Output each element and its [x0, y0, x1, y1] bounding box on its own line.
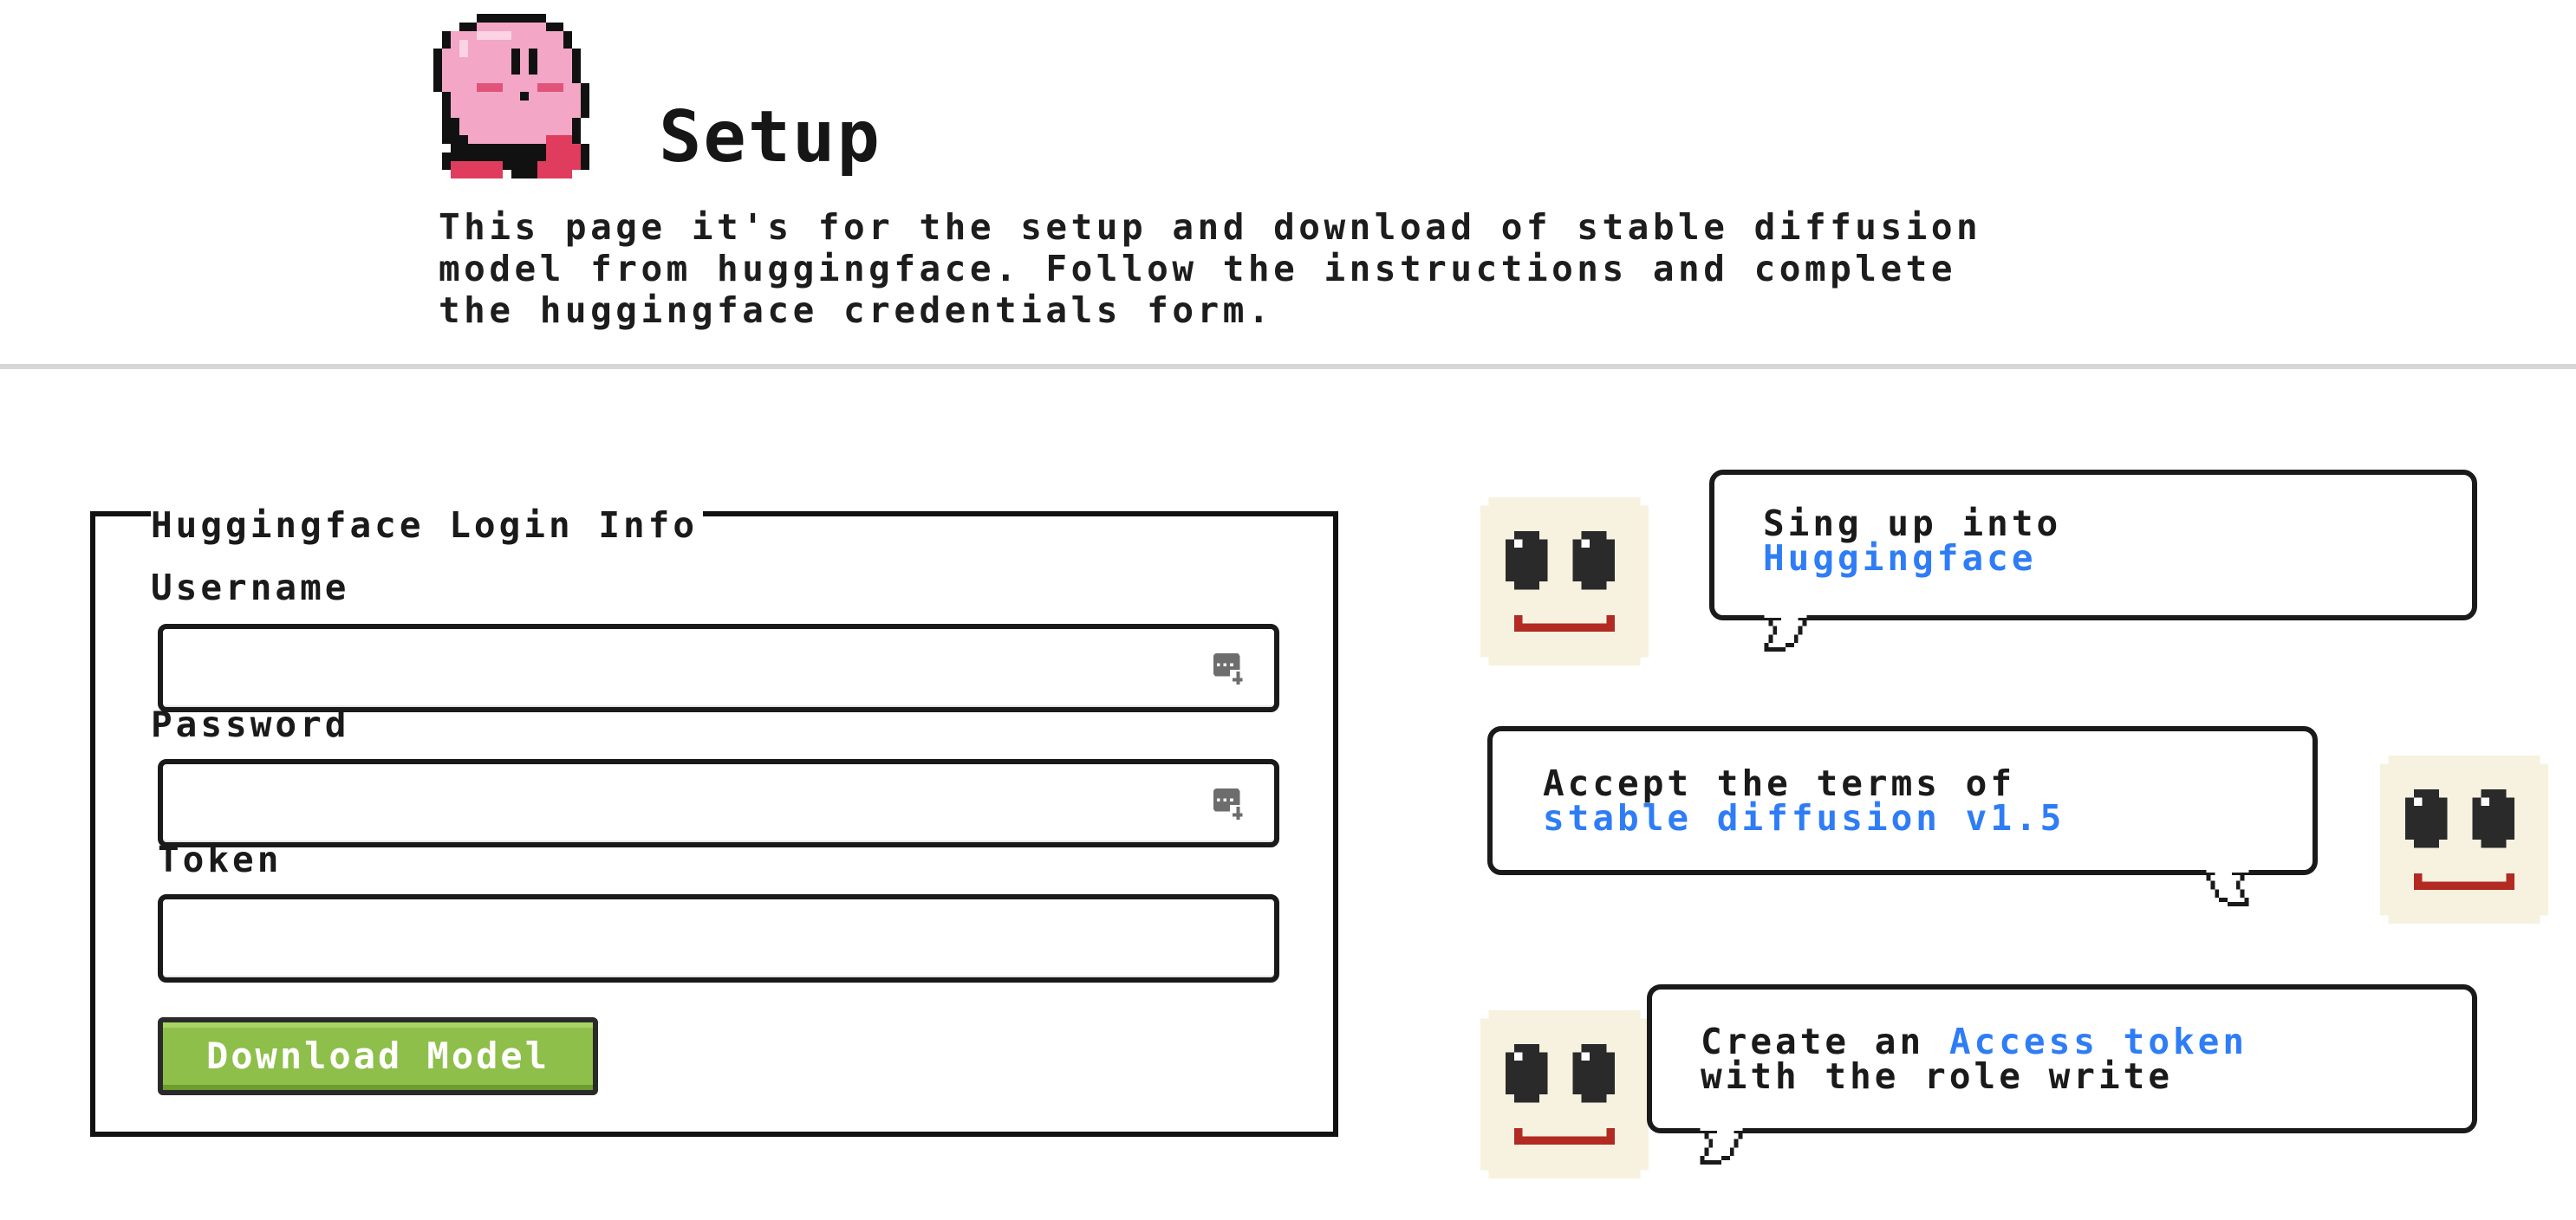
password-manager-icon[interactable]: [1213, 788, 1246, 821]
smiley-avatar-icon: [1480, 1010, 1649, 1178]
stable-diffusion-link[interactable]: stable diffusion v1.5: [1543, 797, 2065, 839]
login-form: Huggingface Login Info Username Password…: [90, 506, 1338, 1137]
smiley-avatar-icon: [1480, 497, 1649, 665]
token-field[interactable]: [158, 894, 1279, 983]
password-manager-icon[interactable]: [1213, 653, 1246, 686]
token-label: Token: [158, 839, 283, 880]
instruction-bubble-terms: Accept the terms of stable diffusion v1.…: [1487, 726, 2318, 875]
header-divider: [0, 364, 2576, 369]
password-field[interactable]: [158, 759, 1279, 847]
bubble-tail: [1764, 613, 1807, 652]
password-input[interactable]: [180, 775, 1189, 834]
bubble-tail: [1700, 1126, 1743, 1165]
bubble-tail: [2206, 868, 2249, 906]
huggingface-link[interactable]: Huggingface: [1763, 537, 2037, 579]
instruction-bubble-signup: Sing up into Huggingface: [1709, 470, 2477, 620]
smiley-avatar-icon: [2380, 756, 2548, 924]
password-label: Password: [151, 704, 350, 745]
instruction-token-suffix: with the role write: [1701, 1055, 2173, 1097]
form-legend: Huggingface Login Info: [151, 506, 704, 544]
page-description: This page it's for the setup and downloa…: [439, 206, 1982, 331]
download-model-button[interactable]: Download Model: [158, 1017, 598, 1095]
page-title: Setup: [659, 96, 881, 178]
username-field[interactable]: [158, 624, 1279, 712]
instruction-bubble-token: Create an Access token with the role wri…: [1647, 984, 2477, 1133]
token-input[interactable]: [180, 910, 1189, 969]
mascot-icon: [433, 14, 589, 178]
username-input[interactable]: [180, 639, 1189, 698]
username-label: Username: [151, 567, 350, 608]
